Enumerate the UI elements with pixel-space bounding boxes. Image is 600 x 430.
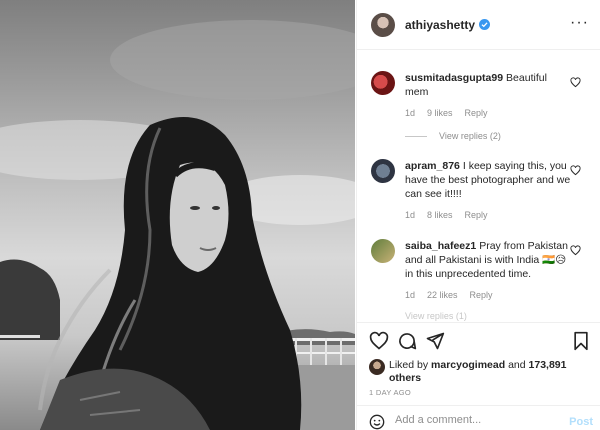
owner-username[interactable]: athiyashetty [405, 18, 475, 32]
post-header: athiyashetty ··· [357, 0, 600, 50]
commenter-username[interactable]: apram_876 [405, 160, 460, 172]
liked-by-prefix: Liked by [389, 359, 429, 371]
comments-list: susmitadasgupta99 Beautiful mem 1d 9 like… [357, 51, 600, 321]
post-comment-button[interactable]: Post [569, 416, 593, 428]
comment-text-block: saiba_hafeez1 Pray from Pakistan and all … [405, 239, 573, 281]
comment-item: susmitadasgupta99 Beautiful mem 1d 9 like… [371, 71, 595, 141]
comment-age: 1d [405, 290, 416, 300]
comment-meta: 1d 8 likes Reply [405, 210, 595, 220]
comment-like-heart-icon[interactable] [570, 77, 581, 88]
commenter-username[interactable]: saiba_hafeez1 [405, 240, 476, 252]
reply-button[interactable]: Reply [470, 290, 493, 300]
comment-age: 1d [405, 108, 416, 118]
view-replies-label: View replies (1) [405, 311, 467, 321]
add-comment-input[interactable] [395, 414, 555, 426]
comment-text-block: susmitadasgupta99 Beautiful mem [405, 71, 573, 99]
commenter-username[interactable]: susmitadasgupta99 [405, 72, 503, 84]
emoji-icon[interactable] [369, 414, 385, 430]
commenter-avatar[interactable] [371, 159, 395, 183]
reply-button[interactable]: Reply [465, 210, 488, 220]
comment-item: saiba_hafeez1 Pray from Pakistan and all … [371, 239, 595, 300]
replies-divider [405, 135, 427, 137]
comment-likes[interactable]: 9 likes [427, 108, 453, 118]
post-image[interactable] [0, 0, 355, 430]
add-comment-bar: Post [357, 405, 600, 430]
comment-like-heart-icon[interactable] [570, 165, 581, 176]
post-sidebar: athiyashetty ··· susmitadasgupta99 Beauti… [356, 0, 600, 430]
likes-conjunction: and [508, 359, 526, 371]
owner-avatar[interactable] [371, 12, 395, 37]
post-photo-illustration [0, 20, 355, 430]
comment-like-heart-icon[interactable] [570, 245, 581, 256]
comment-age: 1d [405, 210, 416, 220]
liker-username[interactable]: marcyogimead [431, 359, 505, 371]
reply-button[interactable]: Reply [465, 108, 488, 118]
comment-icon[interactable] [397, 331, 417, 351]
likes-summary: Liked by marcyogimead and 173,891 others [369, 359, 591, 385]
post-timestamp[interactable]: 1 day ago [369, 388, 411, 397]
verified-badge-icon [479, 19, 491, 30]
comment-likes[interactable]: 8 likes [427, 210, 453, 220]
bookmark-icon[interactable] [571, 331, 591, 351]
comment-likes[interactable]: 22 likes [427, 290, 458, 300]
heart-icon[interactable] [369, 331, 389, 351]
commenter-avatar[interactable] [371, 239, 395, 263]
action-bar [369, 331, 591, 353]
liker-avatar[interactable] [369, 359, 385, 375]
likes-text: Liked by marcyogimead and 173,891 others [389, 359, 591, 385]
view-replies-button[interactable]: View replies (2) [405, 131, 595, 141]
comment-text-block: apram_876 I keep saying this, you have th… [405, 159, 573, 201]
share-icon[interactable] [425, 331, 445, 351]
commenter-avatar[interactable] [371, 71, 395, 95]
comment-item: apram_876 I keep saying this, you have th… [371, 159, 595, 220]
comment-meta: 1d 22 likes Reply [405, 290, 595, 300]
view-replies-button[interactable]: View replies (1) [405, 311, 467, 321]
comment-meta: 1d 9 likes Reply [405, 108, 595, 118]
view-replies-label: View replies (2) [439, 131, 501, 141]
more-options-icon[interactable]: ··· [570, 15, 589, 31]
